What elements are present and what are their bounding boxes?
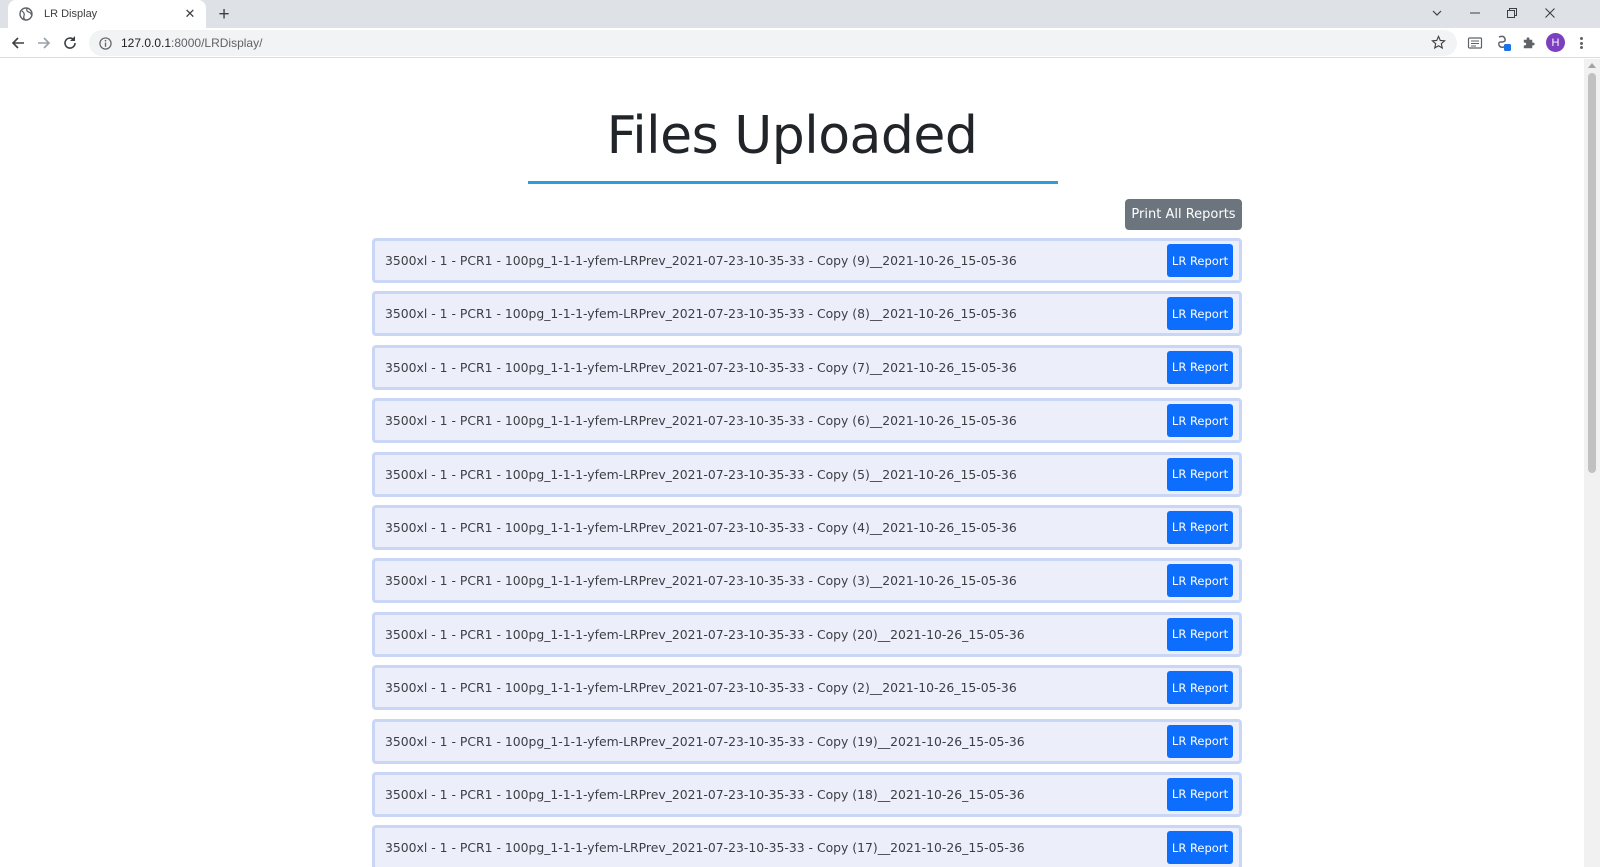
vertical-scrollbar[interactable] bbox=[1584, 59, 1600, 867]
file-name: 3500xl - 1 - PCR1 - 100pg_1-1-1-yfem-LRP… bbox=[385, 680, 1017, 696]
page-viewport: Files Uploaded Print All Reports 3500xl … bbox=[0, 59, 1584, 867]
file-row: 3500xl - 1 - PCR1 - 100pg_1-1-1-yfem-LRP… bbox=[372, 451, 1242, 497]
close-icon[interactable]: ✕ bbox=[182, 6, 198, 22]
lr-report-button[interactable]: LR Report bbox=[1167, 724, 1233, 758]
file-name: 3500xl - 1 - PCR1 - 100pg_1-1-1-yfem-LRP… bbox=[385, 573, 1017, 589]
file-row: 3500xl - 1 - PCR1 - 100pg_1-1-1-yfem-LRP… bbox=[372, 504, 1242, 550]
star-icon[interactable] bbox=[1431, 35, 1447, 51]
page-title: Files Uploaded bbox=[606, 106, 978, 166]
file-name: 3500xl - 1 - PCR1 - 100pg_1-1-1-yfem-LRP… bbox=[385, 786, 1025, 802]
lr-report-button[interactable]: LR Report bbox=[1167, 244, 1233, 277]
lr-report-button[interactable]: LR Report bbox=[1167, 564, 1233, 598]
lr-report-button[interactable]: LR Report bbox=[1167, 510, 1233, 544]
file-row: 3500xl - 1 - PCR1 - 100pg_1-1-1-yfem-LRP… bbox=[372, 718, 1242, 764]
restore-icon[interactable] bbox=[1493, 0, 1531, 26]
minimize-icon[interactable] bbox=[1456, 0, 1494, 26]
address-bar[interactable]: 127.0.0.1:8000/LRDisplay/ bbox=[89, 30, 1457, 56]
globe-icon bbox=[18, 6, 34, 22]
lr-report-button[interactable]: LR Report bbox=[1167, 831, 1233, 865]
lr-report-button[interactable]: LR Report bbox=[1167, 350, 1233, 384]
file-name: 3500xl - 1 - PCR1 - 100pg_1-1-1-yfem-LRP… bbox=[385, 519, 1017, 535]
file-name: 3500xl - 1 - PCR1 - 100pg_1-1-1-yfem-LRP… bbox=[385, 626, 1025, 642]
file-row: 3500xl - 1 - PCR1 - 100pg_1-1-1-yfem-LRP… bbox=[372, 238, 1242, 283]
file-list: 3500xl - 1 - PCR1 - 100pg_1-1-1-yfem-LRP… bbox=[372, 238, 1242, 867]
info-icon[interactable] bbox=[97, 35, 113, 51]
file-name: 3500xl - 1 - PCR1 - 100pg_1-1-1-yfem-LRP… bbox=[385, 733, 1025, 749]
file-name: 3500xl - 1 - PCR1 - 100pg_1-1-1-yfem-LRP… bbox=[385, 413, 1017, 429]
chevron-down-icon[interactable] bbox=[1418, 0, 1456, 26]
close-window-icon[interactable] bbox=[1531, 0, 1569, 26]
file-row: 3500xl - 1 - PCR1 - 100pg_1-1-1-yfem-LRP… bbox=[372, 291, 1242, 337]
plus-icon[interactable]: + bbox=[213, 4, 235, 26]
url-text: 127.0.0.1:8000/LRDisplay/ bbox=[121, 36, 262, 50]
title-underline bbox=[528, 181, 1058, 184]
file-name: 3500xl - 1 - PCR1 - 100pg_1-1-1-yfem-LRP… bbox=[385, 466, 1017, 482]
back-arrow-icon[interactable] bbox=[6, 31, 30, 55]
file-row: 3500xl - 1 - PCR1 - 100pg_1-1-1-yfem-LRP… bbox=[372, 825, 1242, 867]
print-all-reports-button[interactable]: Print All Reports bbox=[1125, 199, 1242, 230]
forward-arrow-icon[interactable] bbox=[32, 31, 56, 55]
url-host: 127.0.0.1 bbox=[121, 36, 172, 50]
file-name: 3500xl - 1 - PCR1 - 100pg_1-1-1-yfem-LRP… bbox=[385, 306, 1017, 322]
file-row: 3500xl - 1 - PCR1 - 100pg_1-1-1-yfem-LRP… bbox=[372, 665, 1242, 711]
tab-title: LR Display bbox=[44, 8, 98, 20]
scroll-up-arrow[interactable] bbox=[1588, 63, 1596, 68]
reload-icon[interactable] bbox=[58, 31, 82, 55]
scrollbar-thumb[interactable] bbox=[1588, 73, 1596, 473]
file-name: 3500xl - 1 - PCR1 - 100pg_1-1-1-yfem-LRP… bbox=[385, 840, 1025, 856]
url-path: :8000/LRDisplay/ bbox=[171, 36, 263, 50]
browser-toolbar: 127.0.0.1:8000/LRDisplay/ bbox=[0, 28, 1600, 58]
screenshot-icon[interactable] bbox=[1465, 33, 1485, 53]
file-name: 3500xl - 1 - PCR1 - 100pg_1-1-1-yfem-LRP… bbox=[385, 359, 1017, 375]
sync-icon[interactable] bbox=[1494, 33, 1514, 53]
tab-strip: LR Display ✕ + bbox=[0, 0, 1600, 28]
file-row: 3500xl - 1 - PCR1 - 100pg_1-1-1-yfem-LRP… bbox=[372, 771, 1242, 817]
profile-avatar[interactable]: H bbox=[1546, 33, 1565, 52]
file-name: 3500xl - 1 - PCR1 - 100pg_1-1-1-yfem-LRP… bbox=[385, 253, 1017, 268]
file-row: 3500xl - 1 - PCR1 - 100pg_1-1-1-yfem-LRP… bbox=[372, 398, 1242, 444]
lr-report-button[interactable]: LR Report bbox=[1167, 777, 1233, 811]
browser-tab[interactable]: LR Display ✕ bbox=[8, 0, 206, 28]
lr-report-button[interactable]: LR Report bbox=[1167, 457, 1233, 491]
file-row: 3500xl - 1 - PCR1 - 100pg_1-1-1-yfem-LRP… bbox=[372, 558, 1242, 604]
file-row: 3500xl - 1 - PCR1 - 100pg_1-1-1-yfem-LRP… bbox=[372, 344, 1242, 390]
file-row: 3500xl - 1 - PCR1 - 100pg_1-1-1-yfem-LRP… bbox=[372, 611, 1242, 657]
lr-report-button[interactable]: LR Report bbox=[1167, 297, 1233, 331]
lr-report-button[interactable]: LR Report bbox=[1167, 404, 1233, 438]
puzzle-icon[interactable] bbox=[1518, 33, 1538, 53]
lr-report-button[interactable]: LR Report bbox=[1167, 617, 1233, 651]
lr-report-button[interactable]: LR Report bbox=[1167, 671, 1233, 705]
kebab-menu-icon[interactable] bbox=[1573, 34, 1589, 52]
